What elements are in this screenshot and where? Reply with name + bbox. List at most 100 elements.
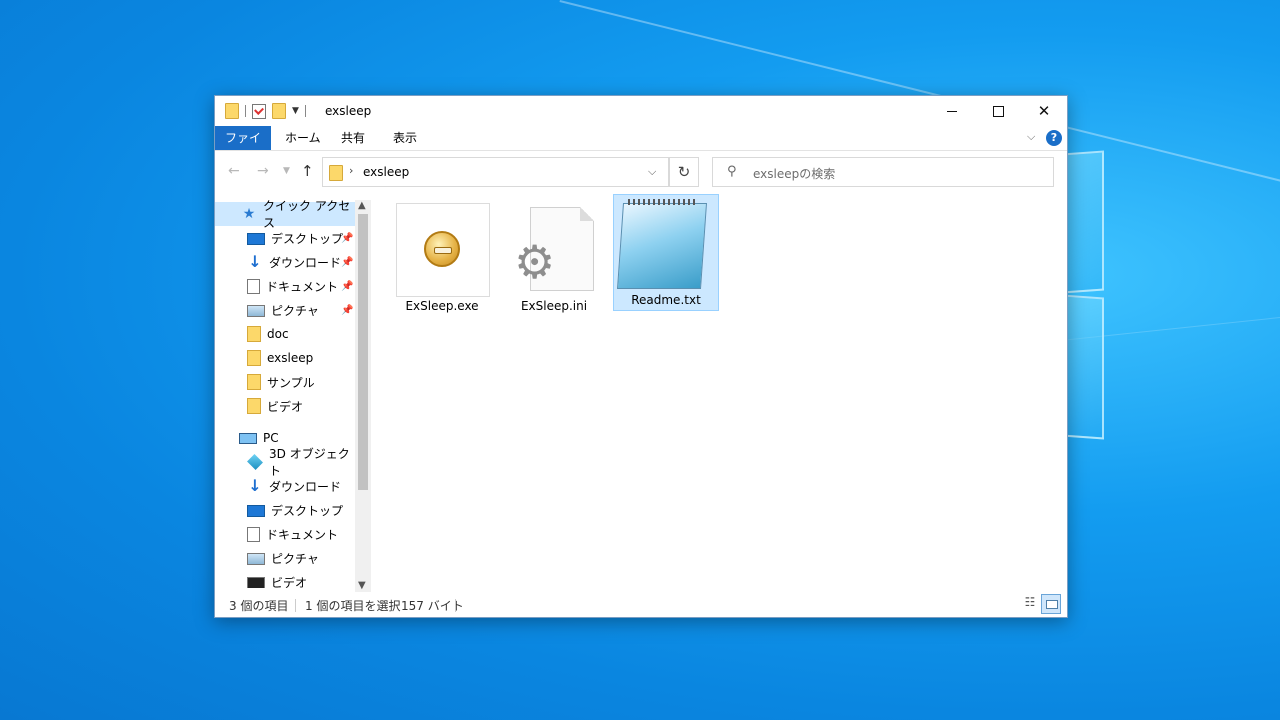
sidebar-item-label: ドキュメント [266,279,339,294]
close-icon: ✕ [1037,102,1051,120]
details-view-icon[interactable]: ☷ [1021,595,1039,613]
scrollbar-thumb[interactable] [358,214,368,490]
folder-icon [329,165,343,181]
pictures-icon [247,305,265,317]
folder-icon [225,103,239,119]
folder-icon [247,326,261,342]
file-item-exsleep-ini[interactable]: ⚙ ExSleep.ini [505,200,603,318]
computer-icon [239,433,257,444]
tab-home[interactable]: ホーム [275,126,331,150]
desktop-icon [247,233,265,245]
sidebar-item-label: doc [267,327,289,341]
sidebar-item-sample[interactable]: サンプル [215,370,355,394]
back-button[interactable]: ← [228,163,240,179]
title-bar: ▼ exsleep ✕ [215,96,1067,126]
selection-count: 1 個の項目を選択 [305,599,401,613]
file-explorer-window: ▼ exsleep ✕ ファイル ホーム 共有 表示 ⌵ ? ← → ▼ ↑ ›… [214,95,1068,618]
minimize-icon [947,110,957,112]
up-button[interactable]: ↑ [301,162,314,180]
folder-icon [247,398,261,414]
video-icon [247,577,265,588]
folder-icon [247,374,261,390]
sidebar-item-3d-objects[interactable]: 3D オブジェクト [215,447,355,478]
minimize-button[interactable] [929,96,975,126]
search-icon: ⚲ [727,164,737,179]
search-placeholder: exsleepの検索 [753,167,836,181]
sidebar-item-exsleep[interactable]: exsleep [215,346,355,370]
file-name: Readme.txt [631,293,701,307]
sidebar-item-label: ドキュメント [266,527,339,542]
gear-icon: ⚙ [514,235,556,289]
scroll-down-icon[interactable]: ▼ [358,580,366,591]
navigation-pane: ★ クイック アクセス デスクトップ 📌 ↓ ダウンロード 📌 ドキュメント 📌… [215,200,371,588]
folder-icon [247,350,261,366]
sidebar-item-pc-videos[interactable]: ビデオ [215,570,355,588]
desktop-icon [247,505,265,517]
sidebar-item-quick-access[interactable]: ★ クイック アクセス [215,200,355,230]
sidebar-item-label: サンプル [267,375,315,390]
chevron-down-icon[interactable]: ⌵ [648,165,656,179]
sidebar-item-label: デスクトップ [271,503,344,518]
sidebar-item-pc-documents[interactable]: ドキュメント [215,522,355,546]
sidebar-item-pc-pictures[interactable]: ピクチャ [215,546,355,570]
tab-file[interactable]: ファイル [215,126,271,169]
navigation-scrollbar[interactable]: ▲ ▼ [355,200,371,592]
sidebar-item-downloads[interactable]: ↓ ダウンロード 📌 [215,250,355,274]
forward-button[interactable]: → [257,163,269,179]
close-button[interactable]: ✕ [1021,96,1067,126]
ribbon-tabs: ファイル ホーム 共有 表示 ⌵ ? [215,126,1067,169]
customize-toolbar-icon[interactable]: ▼ [292,106,299,116]
sidebar-item-pictures[interactable]: ピクチャ 📌 [215,298,355,322]
search-input[interactable]: ⚲ exsleepの検索 [712,157,1054,187]
sidebar-item-documents[interactable]: ドキュメント 📌 [215,274,355,298]
sidebar-item-label: exsleep [267,351,314,365]
pin-icon: 📌 [341,280,354,292]
quick-access-toolbar: ▼ [225,103,306,119]
windows-logo-pane [1062,150,1104,294]
window-title: exsleep [325,104,372,118]
notepad-icon [616,203,708,289]
properties-icon[interactable] [252,103,266,119]
file-list: ExSleep.exe ⚙ ExSleep.ini Readme.txt [375,194,1067,592]
sidebar-item-videos-folder[interactable]: ビデオ [215,394,355,418]
new-folder-icon[interactable] [272,103,286,119]
refresh-button[interactable]: ↻ [669,157,699,187]
sidebar-item-label: ダウンロード [269,255,342,270]
sidebar-item-label: ピクチャ [271,551,319,566]
pin-icon: 📌 [341,304,354,316]
pictures-icon [247,553,265,565]
download-icon: ↓ [248,252,262,271]
document-icon [247,526,260,542]
status-bar: 3 個の項目 1 個の項目を選択 157 バイト ☷ [215,594,1067,616]
maximize-button[interactable] [975,96,1021,126]
expand-ribbon-icon[interactable]: ⌵ [1027,130,1035,144]
address-bar[interactable]: › exsleep ⌵ [322,157,669,187]
3d-objects-icon [247,454,263,470]
pin-icon: 📌 [341,256,354,268]
scroll-up-icon[interactable]: ▲ [358,200,366,211]
sidebar-item-label: デスクトップ [271,231,344,246]
tab-share[interactable]: 共有 [331,126,375,150]
document-icon [247,278,260,294]
pin-icon: 📌 [341,232,354,244]
file-item-readme-txt[interactable]: Readme.txt [613,194,719,311]
sidebar-item-pc-downloads[interactable]: ↓ ダウンロード [215,474,355,498]
large-icons-view-icon[interactable] [1041,594,1061,614]
sidebar-item-label: ピクチャ [271,303,319,318]
sidebar-item-label: PC [263,431,279,445]
chevron-right-icon[interactable]: › [349,164,353,177]
sidebar-item-label: ダウンロード [269,479,342,494]
file-item-exsleep-exe[interactable]: ExSleep.exe [393,200,491,318]
sidebar-item-doc[interactable]: doc [215,322,355,346]
sidebar-item-label: ビデオ [271,575,308,589]
windows-logo-pane [1062,294,1104,440]
sidebar-item-desktop[interactable]: デスクトップ 📌 [215,226,355,250]
file-name: ExSleep.ini [520,299,588,313]
address-path[interactable]: exsleep [363,165,409,179]
navigation-bar: ← → ▼ ↑ › exsleep ⌵ ↻ ⚲ exsleepの検索 [215,151,1067,191]
help-icon[interactable]: ? [1046,130,1062,146]
tab-view[interactable]: 表示 [383,126,427,150]
sidebar-item-pc-desktop[interactable]: デスクトップ [215,498,355,522]
recent-locations-icon[interactable]: ▼ [283,166,290,176]
sidebar-item-label: ビデオ [267,399,304,414]
